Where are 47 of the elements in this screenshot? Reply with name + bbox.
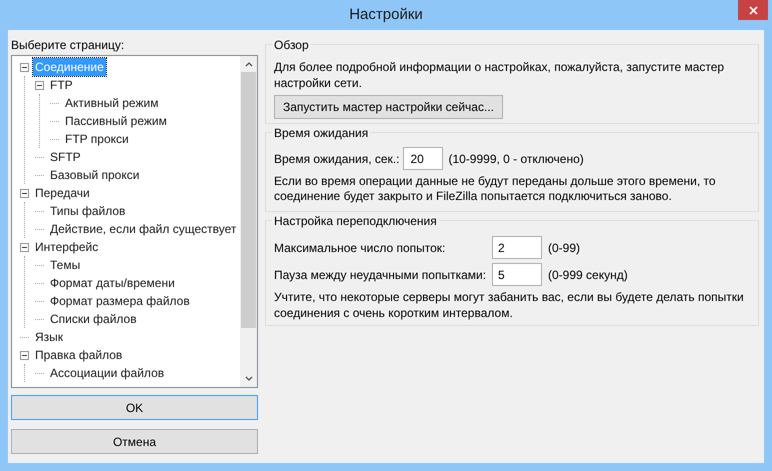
number-field[interactable]: 5 — [492, 263, 542, 286]
wizard-button[interactable]: Запустить мастер настройки сейчас... — [274, 95, 503, 119]
page-picker-label: Выберите страницу: — [11, 37, 126, 54]
close-icon — [748, 6, 758, 14]
close-button[interactable] — [738, 0, 768, 20]
range-hint: (0-99) — [548, 240, 580, 256]
range-hint: (0-999 секунд) — [548, 266, 628, 284]
window-title: Настройки — [349, 4, 423, 25]
tree-item[interactable]: Интерфейс — [33, 238, 100, 256]
tree-item[interactable]: Формат даты/времени — [48, 274, 177, 292]
tree-item[interactable]: FTP — [48, 76, 75, 94]
scroll-down-icon — [244, 376, 252, 381]
dialog-button[interactable]: Отмена — [11, 429, 258, 454]
scrollbar-thumb[interactable] — [241, 72, 256, 328]
number-field[interactable]: 2 — [492, 236, 542, 259]
tree-item[interactable]: FTP прокси — [63, 130, 131, 148]
tree-item[interactable]: Язык — [33, 328, 66, 346]
group-title: Настройка переподключения — [272, 213, 439, 229]
field-label: Пауза между неудачными попытками: — [274, 266, 488, 284]
tree-item[interactable]: Списки файлов — [48, 310, 139, 328]
collapse-icon[interactable] — [20, 350, 29, 360]
tree-item[interactable]: Правка файлов — [33, 346, 124, 364]
collapse-icon[interactable] — [20, 62, 29, 72]
overview-text: Для более подробной информации о настройках, пожалуйста, запустите мастер настройки сети. — [274, 59, 726, 91]
tree-item[interactable]: Базовый прокси — [48, 166, 142, 184]
tree-item[interactable]: Формат размера файлов — [48, 292, 192, 310]
collapse-icon[interactable] — [20, 242, 29, 252]
tree-item[interactable]: Передачи — [33, 184, 92, 202]
tree-item[interactable]: Ассоциации файлов — [48, 364, 166, 382]
range-hint: (10-9999, 0 - отключено) — [448, 150, 584, 168]
tree-item[interactable]: Типы файлов — [48, 202, 128, 220]
tree-item[interactable]: Активный режим — [63, 94, 160, 112]
tree-item[interactable]: Пассивный режим — [63, 112, 169, 130]
tree-item[interactable]: SFTP — [48, 148, 83, 166]
tree-item[interactable]: Действие, если файл существует — [48, 220, 238, 238]
tree-item[interactable]: Темы — [48, 256, 82, 274]
collapse-icon[interactable] — [35, 80, 44, 90]
scroll-up-icon — [244, 62, 252, 67]
group-title: Обзор — [272, 37, 311, 53]
collapse-icon[interactable] — [20, 188, 29, 198]
reconnect-note: Учтите, что некоторые серверы могут забанить вас, если вы будете делать попытки соединения с очень коротким интервалом. — [274, 289, 745, 321]
scrollbar[interactable] — [240, 56, 257, 387]
dialog-button[interactable]: OK — [11, 395, 258, 420]
timeout-note: Если во время операции данные не будут переданы дольше этого времени, то соединение будет закрыто и FileZilla попытается подключиться заново. — [274, 174, 717, 204]
field-label: Максимальное число попыток: — [274, 240, 446, 256]
field-label: Время ожидания, сек.: — [274, 150, 400, 168]
timeout-field[interactable]: 20 — [403, 147, 444, 170]
